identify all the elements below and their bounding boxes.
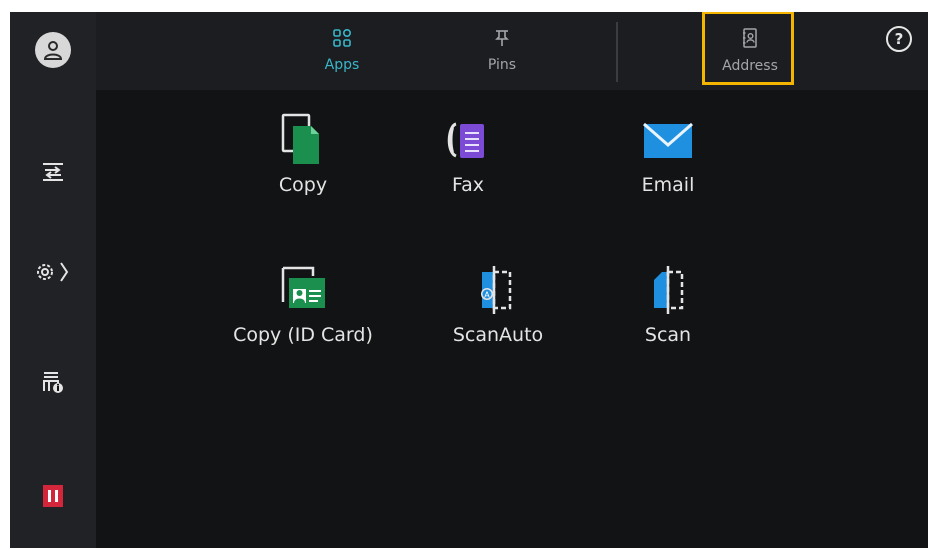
app-scan-auto-label: ScanAuto (452, 324, 544, 346)
job-flow-button[interactable] (10, 144, 96, 204)
pause-icon (43, 485, 63, 507)
tab-divider (616, 22, 618, 82)
tab-pins-label: Pins (487, 57, 517, 73)
app-email[interactable]: Email (588, 112, 748, 222)
app-email-label: Email (641, 174, 695, 196)
app-scan[interactable]: Scan (588, 262, 748, 372)
copy-icon (273, 112, 333, 168)
app-copy-id-card[interactable]: Copy (ID Card) (223, 262, 383, 372)
help-button[interactable]: ? (886, 26, 912, 52)
id-card-copy-icon (273, 262, 333, 318)
top-nav: Apps Pins Address ? (96, 12, 928, 90)
app-copy-id-card-label: Copy (ID Card) (233, 324, 373, 346)
printer-info-icon (40, 369, 66, 399)
email-icon (638, 112, 698, 168)
user-icon (35, 32, 71, 68)
settings-button[interactable] (10, 244, 96, 304)
scan-icon (638, 262, 698, 318)
tab-apps[interactable]: Apps (292, 12, 392, 90)
user-button[interactable] (10, 20, 96, 80)
fax-icon (438, 112, 498, 168)
tab-apps-label: Apps (324, 57, 360, 73)
device-screen: Apps Pins Address ? Copy Fax Email Copy … (10, 12, 928, 548)
app-fax-label: Fax (451, 174, 485, 196)
scan-auto-icon: A (468, 262, 528, 318)
app-scan-auto[interactable]: A ScanAuto (418, 262, 578, 372)
settings-icon (33, 259, 73, 289)
address-highlight-box (702, 12, 794, 85)
apps-grid-icon (333, 28, 352, 51)
app-copy[interactable]: Copy (223, 112, 383, 222)
tab-pins[interactable]: Pins (452, 12, 552, 90)
sidebar (10, 12, 96, 548)
svg-text:A: A (484, 291, 490, 300)
app-fax[interactable]: Fax (388, 112, 548, 222)
pause-button[interactable] (10, 466, 96, 526)
app-scan-label: Scan (644, 324, 692, 346)
pin-icon (494, 29, 510, 51)
app-copy-label: Copy (278, 174, 328, 196)
help-icon: ? (894, 30, 904, 48)
printer-info-button[interactable] (10, 354, 96, 414)
job-flow-icon (40, 161, 66, 187)
